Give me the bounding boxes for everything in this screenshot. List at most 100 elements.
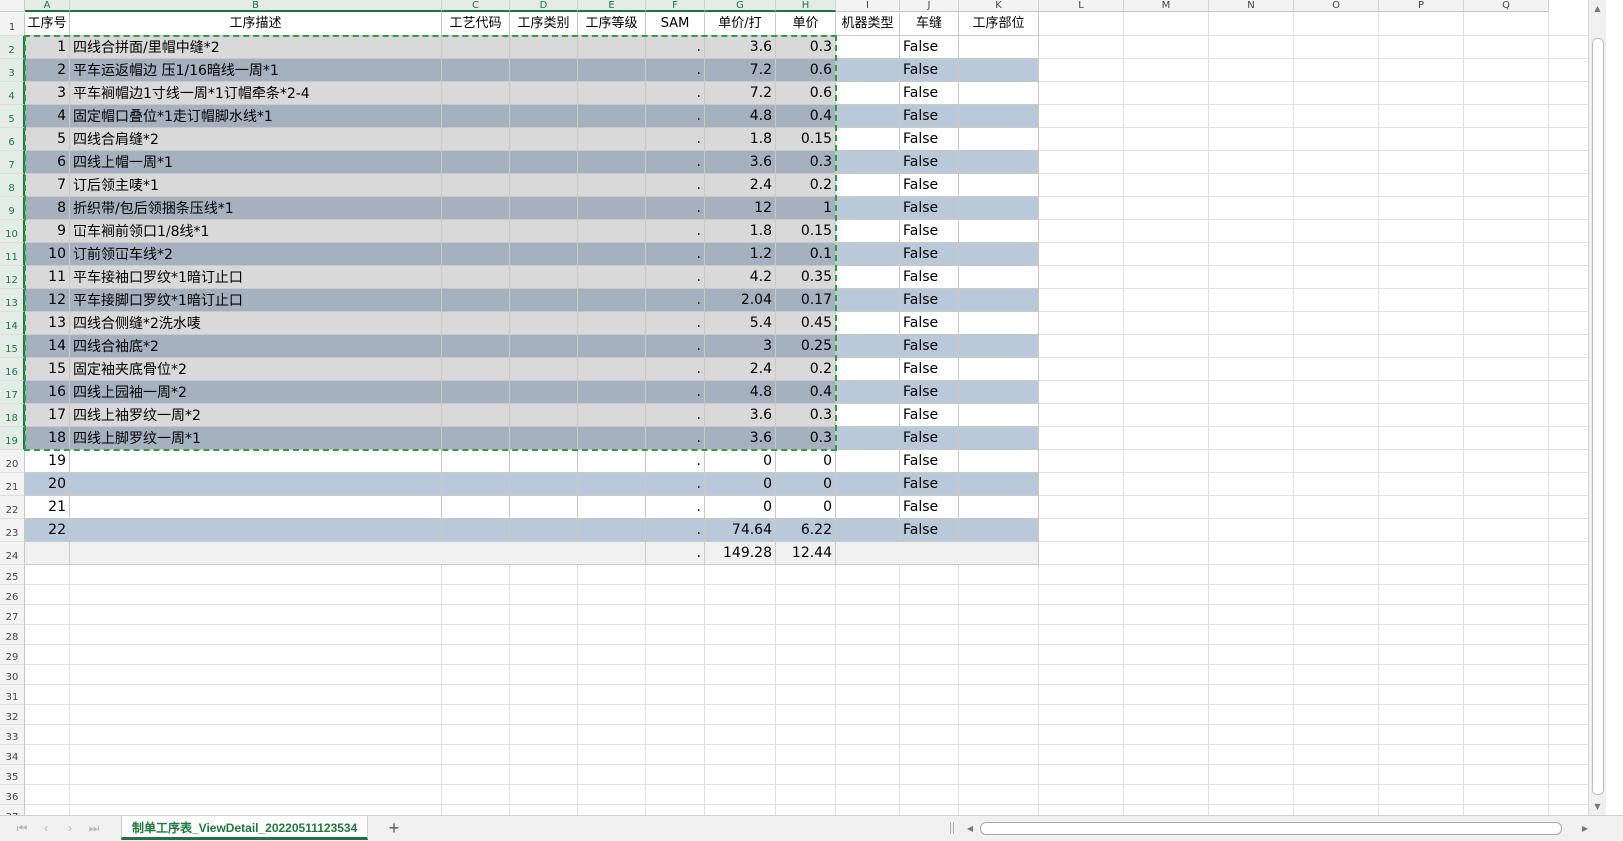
cell-empty[interactable] (578, 105, 646, 128)
cell-empty[interactable] (578, 335, 646, 358)
cell-empty[interactable] (578, 197, 646, 220)
cell-dozen[interactable]: 1.8 (705, 220, 776, 243)
cell-no[interactable]: 18 (25, 427, 70, 450)
cell-empty[interactable] (836, 358, 900, 381)
cell-price[interactable]: 0.17 (776, 289, 836, 312)
cell-empty[interactable] (578, 59, 646, 82)
cell-sam[interactable]: . (646, 427, 705, 450)
column-header-g[interactable]: G (705, 0, 776, 12)
header-cell[interactable]: 单价/打 (705, 13, 776, 36)
row-header-15[interactable]: 15 (0, 335, 25, 358)
header-cell[interactable]: 机器类型 (836, 13, 900, 36)
column-header-n[interactable]: N (1209, 0, 1294, 12)
scroll-up-icon[interactable]: ▲ (1589, 2, 1606, 16)
cell-empty[interactable] (510, 243, 578, 266)
row-header-31[interactable]: 31 (0, 685, 25, 705)
cell-empty[interactable] (510, 36, 578, 59)
vertical-scrollbar[interactable]: ▲ ▼ (1588, 0, 1606, 816)
cell-sam[interactable]: . (646, 36, 705, 59)
cell-price[interactable]: 0.6 (776, 59, 836, 82)
cell-empty[interactable] (510, 381, 578, 404)
cell-empty[interactable] (959, 105, 1039, 128)
row-header-36[interactable]: 36 (0, 785, 25, 805)
cell-sew[interactable]: False (900, 358, 959, 381)
cell-empty[interactable] (836, 36, 900, 59)
cell-sew[interactable]: False (900, 266, 959, 289)
cell-empty[interactable] (510, 151, 578, 174)
cell-sam[interactable]: . (646, 335, 705, 358)
cell-empty[interactable] (510, 450, 578, 473)
row-header-18[interactable]: 18 (0, 404, 25, 427)
row-header-22[interactable]: 22 (0, 496, 25, 519)
horizontal-scroll-thumb[interactable] (980, 822, 1562, 835)
cell-dozen[interactable]: 1.2 (705, 243, 776, 266)
cell-dozen[interactable]: 0 (705, 473, 776, 496)
cell-empty[interactable] (578, 243, 646, 266)
cell-sew[interactable]: False (900, 312, 959, 335)
header-cell[interactable]: 工艺代码 (442, 13, 510, 36)
cell-price[interactable]: 0.1 (776, 243, 836, 266)
header-cell[interactable]: 工序号 (25, 13, 70, 36)
cell-empty[interactable] (578, 496, 646, 519)
cell-desc[interactable]: 四线合侧缝*2洗水唛 (70, 312, 442, 335)
column-header-d[interactable]: D (510, 0, 578, 12)
cell-sew[interactable]: False (900, 59, 959, 82)
cell-empty[interactable] (836, 128, 900, 151)
tab-split-handle[interactable] (950, 822, 954, 834)
header-cell[interactable]: 工序描述 (70, 13, 442, 36)
cell-desc[interactable] (70, 450, 442, 473)
cell-empty[interactable] (578, 151, 646, 174)
scroll-right-icon[interactable]: ▸ (1575, 819, 1595, 837)
cell-empty[interactable] (836, 266, 900, 289)
spreadsheet-grid[interactable]: ABCDEFGHIJKLMNOPQ 1 2 3 4 5 6 7 8 9 10 11 12 13 14 15 1… (0, 0, 1606, 816)
cell-desc[interactable] (70, 473, 442, 496)
cell-sew[interactable]: False (900, 197, 959, 220)
cell-price[interactable]: 0 (776, 496, 836, 519)
cell-sew[interactable]: False (900, 36, 959, 59)
select-all-corner[interactable] (0, 0, 25, 12)
cell-empty[interactable] (836, 450, 900, 473)
cell-empty[interactable] (959, 197, 1039, 220)
cell-dozen[interactable]: 4.8 (705, 105, 776, 128)
total-dozen-price[interactable]: 149.28 (705, 542, 776, 565)
cell-empty[interactable] (510, 266, 578, 289)
cell-dozen[interactable]: 3.6 (705, 151, 776, 174)
cell-price[interactable]: 0.3 (776, 151, 836, 174)
cell-desc[interactable] (70, 496, 442, 519)
cell-sam[interactable]: . (646, 473, 705, 496)
row-header-7[interactable]: 7 (0, 151, 25, 174)
cell-sam[interactable]: . (646, 82, 705, 105)
cell-empty[interactable] (510, 105, 578, 128)
cell-desc[interactable]: 折织带/包后领捆条压线*1 (70, 197, 442, 220)
row-header-34[interactable]: 34 (0, 745, 25, 765)
cell-price[interactable]: 0.15 (776, 128, 836, 151)
cell-desc[interactable]: 固定袖夹底骨位*2 (70, 358, 442, 381)
cell-dozen[interactable]: 7.2 (705, 82, 776, 105)
cell-empty[interactable] (510, 82, 578, 105)
cell-empty[interactable] (510, 312, 578, 335)
cell-empty[interactable] (442, 82, 510, 105)
row-header-27[interactable]: 27 (0, 605, 25, 625)
cell-no[interactable]: 2 (25, 59, 70, 82)
cell-sam[interactable]: . (646, 519, 705, 542)
cell-dozen[interactable]: 3.6 (705, 36, 776, 59)
cell-sew[interactable]: False (900, 128, 959, 151)
cell-sam[interactable]: . (646, 151, 705, 174)
cell-empty[interactable] (510, 519, 578, 542)
cell-empty[interactable] (836, 289, 900, 312)
cell-desc[interactable]: 平车接脚口罗纹*1暗订止口 (70, 289, 442, 312)
cell-dozen[interactable]: 3.6 (705, 404, 776, 427)
cell-empty[interactable] (959, 381, 1039, 404)
cell-desc[interactable]: 订前领冚车线*2 (70, 243, 442, 266)
cell-empty[interactable] (578, 450, 646, 473)
cell-no[interactable]: 11 (25, 266, 70, 289)
add-sheet-button[interactable]: + (384, 818, 404, 838)
column-header-m[interactable]: M (1124, 0, 1209, 12)
column-header-p[interactable]: P (1379, 0, 1464, 12)
cell-sew[interactable]: False (900, 174, 959, 197)
cell-empty[interactable] (959, 36, 1039, 59)
header-cell[interactable]: 车缝 (900, 13, 959, 36)
cell-desc[interactable] (70, 519, 442, 542)
cell-desc[interactable]: 订后领主唛*1 (70, 174, 442, 197)
cell-empty[interactable] (442, 496, 510, 519)
